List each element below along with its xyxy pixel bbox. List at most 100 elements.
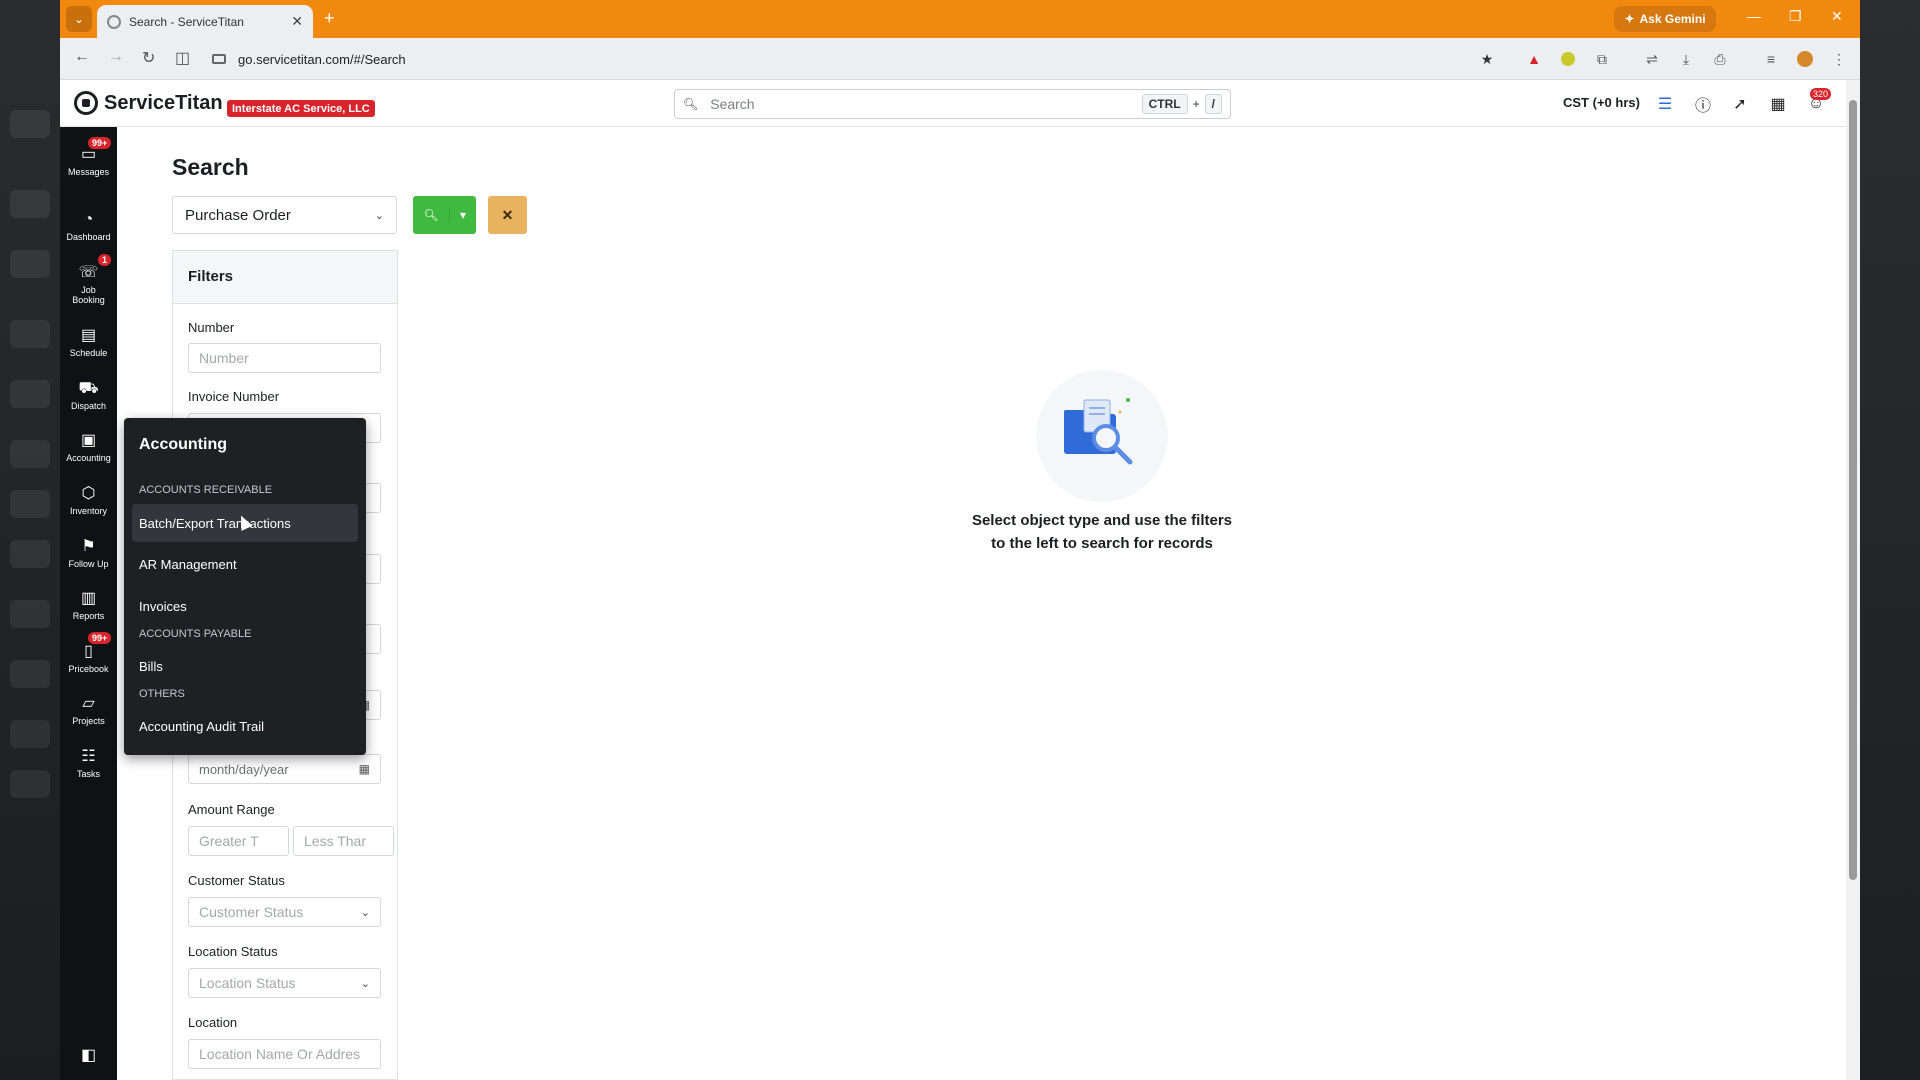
nav-item-tasks[interactable]: ☷ Tasks — [60, 748, 117, 779]
object-type-value: Purchase Order — [185, 206, 291, 224]
nav-label: Projects — [72, 716, 105, 726]
nav-label: Accounting — [66, 453, 111, 463]
chevron-down-icon: ⌄ — [360, 977, 370, 990]
tab-search-dropdown[interactable]: ⌄ — [66, 6, 92, 32]
desktop-background-left — [0, 0, 60, 1080]
print-icon[interactable]: ⎙ — [1711, 50, 1729, 68]
location-status-label: Location Status — [188, 944, 278, 959]
advanced-search-icon[interactable]: ☰ — [1654, 93, 1676, 115]
calendar-icon[interactable]: ▦ — [359, 762, 370, 776]
download-icon[interactable]: ⤓ — [1677, 50, 1695, 68]
amount-min-input[interactable]: Greater T — [188, 826, 289, 856]
nav-item-reports[interactable]: ▥ Reports — [60, 590, 117, 621]
location-input[interactable]: Location Name Or Addres — [188, 1039, 381, 1069]
ask-gemini-label: Ask Gemini — [1639, 12, 1706, 26]
close-tab-icon[interactable]: ✕ — [291, 13, 303, 30]
bookmark-star-icon[interactable]: ★ — [1478, 50, 1496, 68]
amount-max-input[interactable]: Less Thar — [293, 826, 394, 856]
desktop-background-right — [1860, 0, 1920, 1080]
favicon-icon — [107, 14, 121, 29]
collapse-nav-icon[interactable]: ◧ — [60, 1045, 117, 1065]
brand-name: ServiceTitan — [104, 91, 223, 114]
search-options-caret-icon[interactable]: ▾ — [449, 208, 476, 222]
rocket-icon[interactable]: ➚ — [1729, 93, 1751, 115]
menu-item-label: Invoices — [139, 598, 187, 614]
menu-item-label: Bills — [139, 658, 163, 674]
nav-item-dispatch[interactable]: ⛟ Dispatch — [60, 380, 117, 411]
close-icon: ✕ — [501, 206, 514, 223]
phone-icon: ☏ — [78, 264, 99, 281]
date-to-input[interactable]: month/day/year ▦ — [188, 754, 381, 784]
nav-item-job-booking[interactable]: ☏ Job Booking — [60, 264, 117, 305]
empty-state-line-2: to the left to search for records — [991, 535, 1213, 552]
nav-label: Dashboard — [66, 232, 111, 242]
nav-label: Pricebook — [68, 664, 109, 674]
minimize-icon[interactable]: — — [1747, 8, 1761, 24]
nav-label: Reports — [72, 611, 105, 621]
profile-avatar-icon[interactable] — [1796, 50, 1814, 68]
split-view-icon[interactable]: ◫ — [175, 48, 190, 68]
nav-item-schedule[interactable]: ▤ Schedule — [60, 327, 117, 358]
help-icon[interactable]: ⓘ — [1692, 93, 1714, 115]
customer-status-select[interactable]: Customer Status ⌄ — [188, 897, 381, 927]
nav-item-follow-up[interactable]: ⚑ Follow Up — [60, 538, 117, 569]
search-button[interactable]: 🔍︎ ▾ — [413, 196, 476, 234]
number-placeholder: Number — [199, 350, 249, 366]
customer-status-placeholder: Customer Status — [199, 904, 304, 920]
marketplace-icon[interactable]: ▦ — [1767, 93, 1789, 115]
empty-state-line-1: Select object type and use the filters — [971, 512, 1233, 529]
chevron-down-icon: ⌄ — [73, 12, 85, 26]
nav-label: Schedule — [69, 348, 108, 358]
nav-item-accounting[interactable]: ▣ Accounting — [60, 432, 117, 463]
browser-menu-icon[interactable]: ⋮ — [1830, 50, 1848, 68]
nav-item-inventory[interactable]: ⬡ Inventory — [60, 485, 117, 516]
new-tab-icon[interactable]: + — [324, 8, 335, 29]
object-type-select[interactable]: Purchase Order ⌄ — [172, 196, 397, 234]
nav-item-dashboard[interactable]: ◔ Dashboard — [60, 211, 117, 242]
url-field[interactable]: go.servicetitan.com/#/Search — [212, 46, 1472, 72]
amount-max-placeholder: Less Thar — [304, 833, 366, 849]
pricebook-badge: 99+ — [88, 632, 112, 644]
pdf-extension-icon[interactable]: ▲ — [1525, 50, 1543, 68]
amount-min-placeholder: Greater T — [199, 833, 259, 849]
number-input[interactable]: Number — [188, 343, 381, 373]
empty-state-message: Select object type and use the filters t… — [900, 509, 1304, 555]
company-badge[interactable]: Interstate AC Service, LLC — [227, 100, 375, 117]
servicetitan-logo[interactable]: ServiceTitan — [74, 91, 223, 115]
nav-label: Follow Up — [68, 559, 109, 569]
tab-title: Search - ServiceTitan — [129, 14, 244, 29]
ask-gemini-button[interactable]: ✦ Ask Gemini — [1614, 6, 1716, 32]
restore-icon[interactable]: ❐ — [1789, 8, 1802, 25]
media-control-icon[interactable]: ≡ — [1762, 50, 1780, 68]
location-status-select[interactable]: Location Status ⌄ — [188, 968, 381, 998]
clear-button[interactable]: ✕ — [488, 196, 527, 234]
calendar-icon: ▤ — [80, 327, 97, 344]
nav-item-messages[interactable]: ▭ Messages — [60, 146, 117, 177]
back-icon[interactable]: ← — [74, 48, 90, 66]
location-label: Location — [188, 1015, 238, 1030]
nav-label: Messages — [67, 167, 110, 177]
menu-item-invoices[interactable]: Invoices — [132, 587, 358, 625]
forward-icon[interactable]: → — [108, 48, 124, 66]
search-placeholder: Search — [710, 96, 755, 112]
menu-item-ar-management[interactable]: AR Management — [132, 545, 358, 583]
section-accounts-payable: ACCOUNTS PAYABLE — [139, 628, 252, 640]
customer-status-label: Customer Status — [188, 873, 285, 888]
site-info-icon[interactable] — [212, 54, 226, 64]
timezone-label[interactable]: CST (+0 hrs) — [1563, 95, 1640, 110]
translate-icon[interactable]: ⇌ — [1643, 50, 1661, 68]
titan-logo-icon — [74, 91, 98, 115]
nav-item-projects[interactable]: ▱ Projects — [60, 695, 117, 726]
extensions-puzzle-icon[interactable]: ⧉ — [1593, 50, 1611, 68]
reload-icon[interactable]: ↻ — [142, 48, 155, 68]
menu-item-bills[interactable]: Bills — [132, 647, 358, 685]
menu-item-audit-trail[interactable]: Accounting Audit Trail — [132, 707, 358, 745]
nav-item-pricebook[interactable]: ▯ Pricebook — [60, 643, 117, 674]
extension-badge-icon[interactable] — [1559, 50, 1577, 68]
shortcut-slash: / — [1204, 94, 1222, 114]
close-window-icon[interactable]: ✕ — [1831, 8, 1843, 25]
scrollbar-thumb[interactable] — [1849, 100, 1857, 880]
chart-icon: ▥ — [80, 590, 97, 607]
browser-tab[interactable]: Search - ServiceTitan ✕ — [97, 5, 313, 38]
global-search-input[interactable]: 🔍︎ Search CTRL + / — [674, 89, 1231, 119]
